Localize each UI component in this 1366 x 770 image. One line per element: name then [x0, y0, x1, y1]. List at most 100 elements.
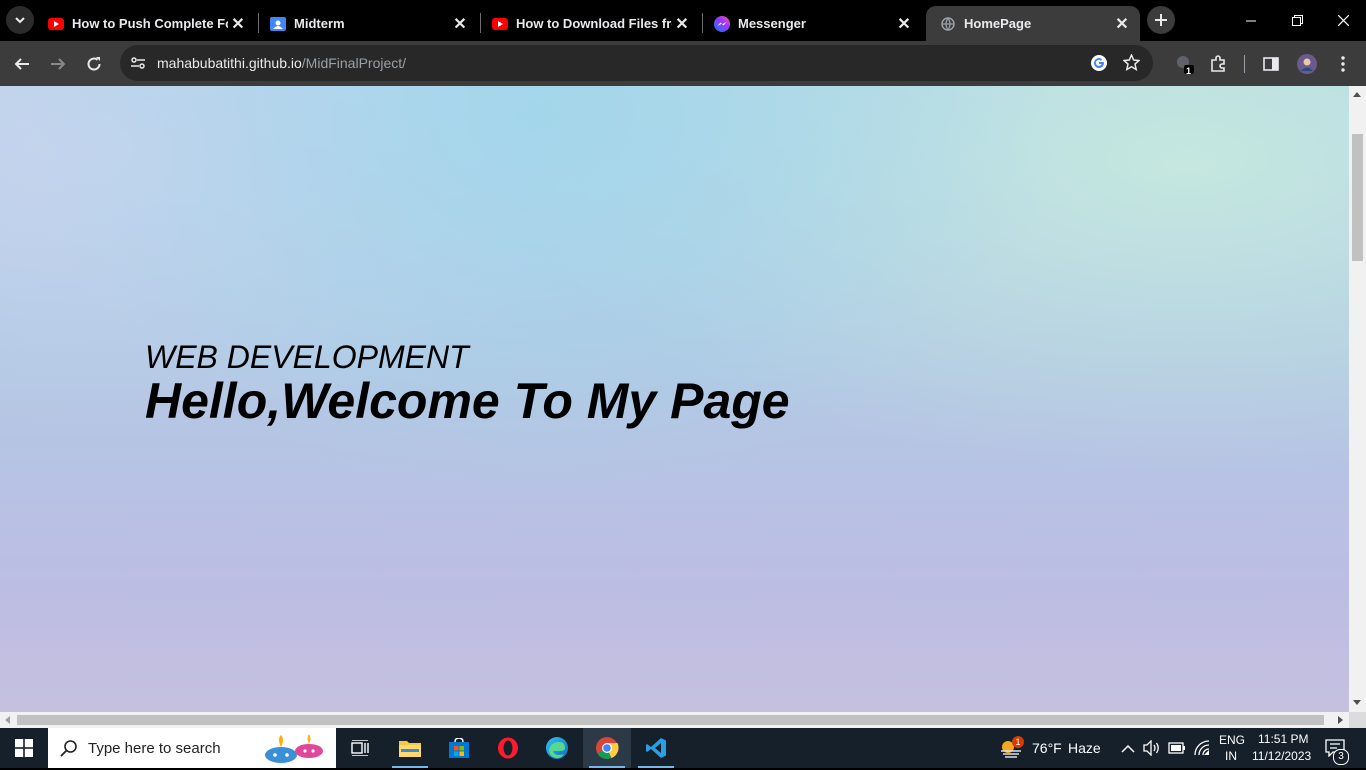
minimize-button[interactable]	[1228, 0, 1274, 41]
hero-subtitle: WEB DEVELOPMENT	[145, 339, 469, 375]
url-host: mahabubatithi.github.io	[157, 55, 302, 71]
store-icon	[449, 738, 469, 758]
clock-date[interactable]: 11/12/2023	[1252, 749, 1311, 763]
microsoft-store-button[interactable]	[435, 728, 483, 768]
scroll-left-arrow-icon[interactable]	[5, 716, 10, 724]
forward-button[interactable]	[43, 49, 73, 79]
arrow-left-icon	[14, 58, 29, 70]
volume-icon[interactable]	[1143, 739, 1161, 761]
tab-search-button[interactable]	[6, 6, 34, 34]
show-hidden-icons-icon[interactable]	[1121, 741, 1135, 759]
avatar	[1297, 54, 1317, 74]
url-path: /MidFinalProject/	[301, 55, 407, 71]
tab-title: HomePage	[964, 16, 1032, 31]
back-button[interactable]	[7, 49, 37, 79]
messenger-icon	[714, 15, 730, 32]
close-window-button[interactable]	[1320, 0, 1366, 41]
address-bar[interactable]: mahabubatithi.github.io/MidFinalProject/	[120, 45, 1153, 81]
close-tab-icon[interactable]: ✕	[228, 14, 248, 34]
tab-messenger[interactable]: Messenger ✕	[700, 6, 922, 41]
opera-icon	[498, 737, 518, 759]
youtube-icon	[492, 16, 508, 32]
scrollbar-corner	[1349, 712, 1366, 728]
vscode-icon	[646, 738, 666, 758]
extension-button[interactable]: 1	[1169, 49, 1199, 79]
search-icon	[60, 739, 78, 762]
chrome-icon	[596, 737, 619, 759]
battery-icon[interactable]	[1168, 741, 1186, 760]
weather-temp[interactable]: 76°F	[1032, 740, 1062, 756]
windows-taskbar: Type here to search 1 76°F Haze ENG IN 1…	[0, 728, 1366, 768]
tab-homepage[interactable]: HomePage ✕	[926, 6, 1140, 41]
google-lens-icon[interactable]	[1090, 54, 1108, 77]
reload-button[interactable]	[79, 49, 109, 79]
scroll-down-arrow-icon[interactable]	[1353, 700, 1361, 705]
input-region[interactable]: IN	[1225, 749, 1237, 763]
chrome-button[interactable]	[583, 728, 631, 768]
task-view-icon	[351, 740, 369, 756]
close-icon	[1337, 15, 1349, 26]
globe-icon	[940, 16, 956, 32]
menu-button[interactable]	[1328, 49, 1358, 79]
horizontal-scrollbar[interactable]	[0, 712, 1349, 728]
windows-logo-icon	[15, 739, 33, 757]
vscode-button[interactable]	[632, 728, 680, 768]
start-button[interactable]	[0, 728, 48, 768]
weather-badge: 1	[1012, 736, 1024, 748]
weather-desc[interactable]: Haze	[1068, 740, 1101, 756]
extension-badge: 1	[1186, 66, 1192, 76]
extensions-button[interactable]	[1203, 49, 1233, 79]
close-tab-icon[interactable]: ✕	[1112, 14, 1132, 34]
puzzle-icon	[1211, 55, 1225, 72]
tab-push-folder[interactable]: How to Push Complete Folder ✕	[34, 6, 256, 41]
input-language[interactable]: ENG	[1219, 733, 1245, 747]
close-tab-icon[interactable]: ✕	[894, 14, 914, 34]
tab-midterm[interactable]: Midterm ✕	[256, 6, 478, 41]
task-view-button[interactable]	[336, 728, 384, 768]
folder-icon	[399, 741, 421, 757]
clock-time[interactable]: 11:51 PM	[1258, 732, 1308, 746]
vertical-scroll-thumb[interactable]	[1352, 134, 1363, 261]
minimize-icon	[1246, 20, 1256, 21]
new-tab-button[interactable]	[1147, 6, 1175, 34]
side-panel-button[interactable]	[1256, 49, 1286, 79]
close-tab-icon[interactable]: ✕	[672, 14, 692, 34]
diwali-lamp-icon[interactable]	[263, 733, 329, 770]
side-panel-icon	[1263, 57, 1279, 71]
tab-title: Midterm	[294, 16, 345, 31]
network-icon[interactable]	[1194, 740, 1210, 761]
restore-button[interactable]	[1274, 0, 1320, 41]
tab-strip: How to Push Complete Folder ✕ Midterm ✕ …	[0, 0, 1366, 41]
hero-title: Hello,Welcome To My Page	[145, 373, 790, 429]
edge-button[interactable]	[533, 728, 581, 768]
classroom-icon	[270, 16, 286, 32]
tab-download-files[interactable]: How to Download Files from ✕	[478, 6, 700, 41]
edge-icon	[546, 737, 568, 759]
vertical-scrollbar[interactable]	[1349, 86, 1366, 712]
search-placeholder: Type here to search	[88, 740, 221, 757]
arrow-right-icon	[51, 58, 66, 70]
site-settings-icon[interactable]	[130, 55, 146, 76]
url-text[interactable]: mahabubatithi.github.io/MidFinalProject/	[157, 55, 406, 71]
profile-button[interactable]	[1292, 49, 1322, 79]
tab-title: How to Push Complete Folder	[72, 16, 228, 31]
notification-count-badge: 3	[1333, 749, 1349, 765]
close-tab-icon[interactable]: ✕	[450, 14, 470, 34]
restore-icon	[1291, 15, 1303, 26]
plus-icon	[1155, 14, 1167, 26]
browser-toolbar: mahabubatithi.github.io/MidFinalProject/…	[0, 41, 1366, 86]
tab-title: How to Download Files from	[516, 16, 672, 31]
bookmark-star-icon[interactable]	[1122, 53, 1141, 76]
horizontal-scroll-thumb[interactable]	[17, 715, 1324, 725]
scroll-up-arrow-icon[interactable]	[1353, 92, 1361, 97]
more-vertical-icon	[1341, 56, 1345, 72]
youtube-icon	[48, 16, 64, 32]
taskbar-search-box[interactable]: Type here to search	[48, 728, 336, 768]
scroll-right-arrow-icon[interactable]	[1338, 716, 1343, 724]
file-explorer-button[interactable]	[386, 728, 434, 768]
opera-button[interactable]	[484, 728, 532, 768]
reload-icon	[87, 57, 101, 71]
chevron-down-icon	[15, 17, 25, 24]
tab-title: Messenger	[738, 16, 806, 31]
toolbar-divider	[1244, 55, 1245, 73]
